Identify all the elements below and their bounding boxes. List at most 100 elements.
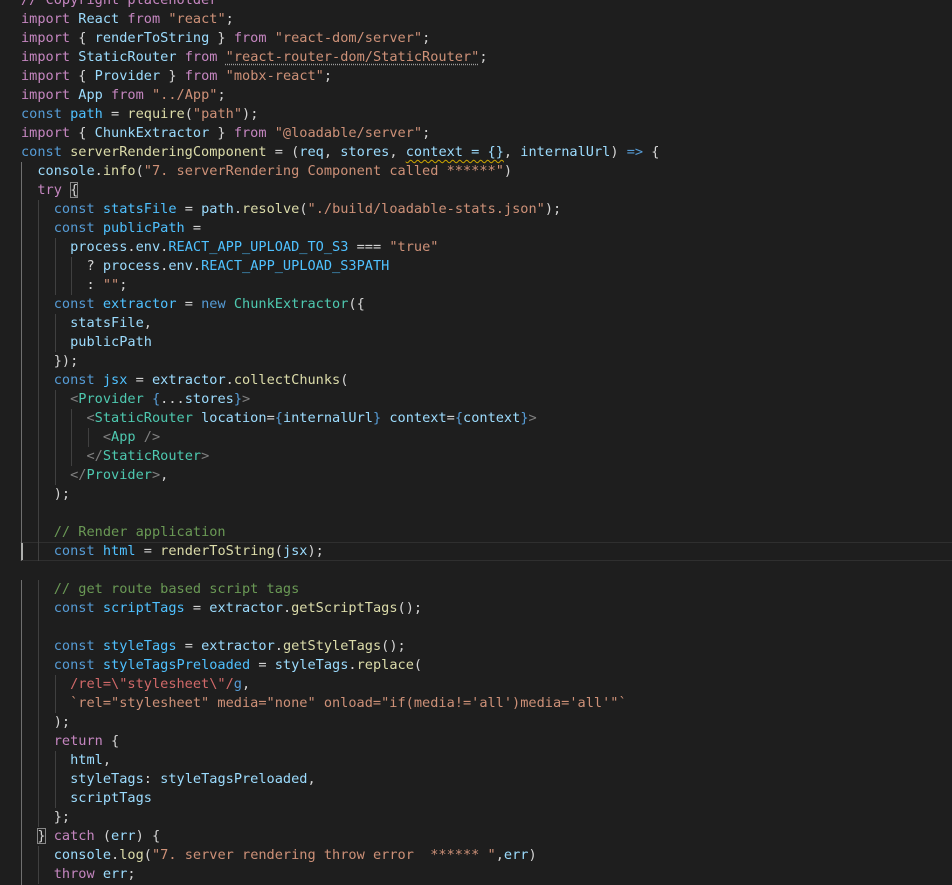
code-line[interactable]: const styleTags = extractor.getStyleTags… (0, 637, 952, 656)
indent-guide (37, 409, 39, 428)
code-line[interactable]: <App /> (0, 428, 952, 447)
code-line[interactable]: console.info("7. serverRendering Compone… (0, 162, 952, 181)
code-token: : (143, 771, 161, 787)
code-token: ChunkExtractor (94, 125, 210, 141)
code-line[interactable]: const styleTagsPreloaded = styleTags.rep… (0, 656, 952, 675)
indent-guide (54, 751, 56, 770)
code-token: err (111, 828, 136, 844)
code-token: import (21, 68, 71, 84)
code-line[interactable]: return { (0, 732, 952, 751)
code-token: from (233, 30, 267, 46)
indent-guide (21, 827, 22, 846)
code-token: from (127, 11, 161, 27)
code-line[interactable]: <StaticRouter location={internalUrl} con… (0, 409, 952, 428)
indent-guide (21, 181, 22, 200)
code-line[interactable]: process.env.REACT_APP_UPLOAD_TO_S3 === "… (0, 238, 952, 257)
code-token: collectChunks (233, 372, 341, 388)
code-token: from (111, 87, 144, 103)
code-line[interactable]: // get route based script tags (0, 580, 952, 599)
code-token: req (299, 144, 324, 160)
code-line[interactable]: throw err; (0, 865, 952, 884)
code-line[interactable]: html, (0, 751, 952, 770)
code-line[interactable]: const path = require("path"); (0, 105, 952, 124)
indent-guide (21, 694, 22, 713)
indent-guide (37, 732, 39, 751)
code-line[interactable]: const extractor = new ChunkExtractor({ (0, 295, 952, 314)
code-token: ); (307, 543, 324, 559)
indent-guide (37, 257, 39, 276)
code-token: new (201, 296, 226, 312)
code-token: < (86, 410, 95, 426)
code-line[interactable]: statsFile, (0, 314, 952, 333)
code-line[interactable]: } catch (err) { (0, 827, 952, 846)
code-line[interactable]: const jsx = extractor.collectChunks( (0, 371, 952, 390)
code-token: import (21, 125, 71, 141)
code-token: path (70, 106, 103, 122)
code-token: "" (102, 277, 120, 293)
code-line[interactable]: // Copyright placeholder (0, 0, 952, 10)
code-token: styleTags (274, 657, 349, 673)
code-token: = (176, 296, 202, 312)
code-line[interactable]: </StaticRouter> (0, 447, 952, 466)
code-token: const (53, 372, 95, 388)
code-token: . (282, 600, 292, 616)
code-line[interactable]: const publicPath = (0, 219, 952, 238)
code-line[interactable]: }; (0, 808, 952, 827)
code-token: extractor (151, 372, 226, 388)
code-line[interactable]: scriptTags (0, 789, 952, 808)
code-token: process (102, 258, 161, 274)
code-token: ; (119, 277, 128, 293)
code-line[interactable]: import App from "../App"; (0, 86, 952, 105)
code-token: = (266, 410, 275, 426)
indent-guide (37, 314, 39, 333)
code-line[interactable]: styleTags: styleTagsPreloaded, (0, 770, 952, 789)
code-line[interactable]: ? process.env.REACT_APP_UPLOAD_S3PATH (0, 257, 952, 276)
code-line[interactable]: ); (0, 485, 952, 504)
indent-guide (54, 238, 56, 257)
code-line[interactable]: import React from "react"; (0, 10, 952, 29)
code-token: { (70, 182, 79, 198)
code-line[interactable]: publicPath (0, 333, 952, 352)
code-line[interactable]: : ""; (0, 276, 952, 295)
code-line[interactable]: import { ChunkExtractor } from "@loadabl… (0, 124, 952, 143)
code-area[interactable]: // Copyright placeholder import React fr… (0, 0, 952, 885)
code-token: { (70, 125, 95, 141)
code-line[interactable] (0, 504, 952, 523)
code-token: "../App" (151, 87, 218, 103)
code-line[interactable]: const statsFile = path.resolve("./build/… (0, 200, 952, 219)
code-token: REACT_APP_UPLOAD_S3PATH (201, 258, 390, 274)
code-line[interactable] (0, 618, 952, 637)
code-token: context (389, 410, 447, 426)
code-token: ); (53, 486, 71, 502)
code-line[interactable]: import StaticRouter from "react-router-d… (0, 48, 952, 67)
code-line[interactable]: try { (0, 181, 952, 200)
code-editor[interactable]: // Copyright placeholder import React fr… (0, 0, 952, 885)
code-token: ({ (348, 296, 365, 312)
code-line[interactable] (0, 561, 952, 580)
indent-guide (54, 694, 56, 713)
code-line[interactable]: import { renderToString } from "react-do… (0, 29, 952, 48)
code-line[interactable]: import { Provider } from "mobx-react"; (0, 67, 952, 86)
code-token: serverRenderingComponent (70, 144, 267, 160)
code-token: getStyleTags (282, 638, 382, 654)
code-line[interactable]: const scriptTags = extractor.getScriptTa… (0, 599, 952, 618)
code-line[interactable]: `rel="stylesheet" media="none" onload="i… (0, 694, 952, 713)
code-line[interactable]: console.log("7. server rendering throw e… (0, 846, 952, 865)
code-token: stores (340, 144, 390, 160)
indent-guide (54, 314, 56, 333)
code-line[interactable]: const serverRenderingComponent = (req, s… (0, 143, 952, 162)
code-line[interactable]: </Provider>, (0, 466, 952, 485)
code-line[interactable]: <Provider {...stores}> (0, 390, 952, 409)
code-token: > (242, 391, 251, 407)
code-line[interactable]: ); (0, 713, 952, 732)
indent-guide (37, 390, 39, 409)
code-line[interactable]: const html = renderToString(jsx); (0, 542, 952, 561)
code-line[interactable]: /rel=\"stylesheet\"/g, (0, 675, 952, 694)
code-line[interactable]: }); (0, 352, 952, 371)
code-line[interactable]: // Render application (0, 523, 952, 542)
